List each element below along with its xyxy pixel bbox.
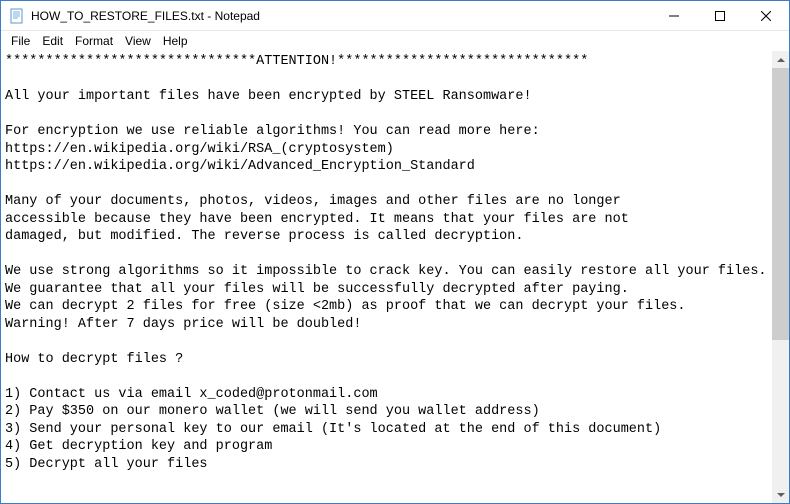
text-line: 5) Decrypt all your files — [5, 457, 208, 472]
notepad-window: HOW_TO_RESTORE_FILES.txt - Notepad File … — [0, 0, 790, 504]
text-line: Warning! After 7 days price will be doub… — [5, 317, 361, 332]
window-title: HOW_TO_RESTORE_FILES.txt - Notepad — [31, 9, 651, 23]
text-line: *******************************ATTENTION… — [5, 54, 588, 69]
menu-help[interactable]: Help — [157, 33, 194, 49]
text-line: We can decrypt 2 files for free (size <2… — [5, 299, 686, 314]
window-controls — [651, 1, 789, 30]
text-line: 1) Contact us via email x_coded@protonma… — [5, 387, 378, 402]
scroll-track[interactable] — [772, 68, 789, 486]
text-editor[interactable]: *******************************ATTENTION… — [1, 51, 772, 503]
menu-edit[interactable]: Edit — [36, 33, 69, 49]
text-line: 4) Get decryption key and program — [5, 439, 272, 454]
menu-bar: File Edit Format View Help — [1, 31, 789, 51]
minimize-button[interactable] — [651, 1, 697, 30]
title-bar: HOW_TO_RESTORE_FILES.txt - Notepad — [1, 1, 789, 31]
text-line: How to decrypt files ? — [5, 352, 183, 367]
text-line: accessible because they have been encryp… — [5, 212, 629, 227]
text-line: 3) Send your personal key to our email (… — [5, 422, 661, 437]
text-line: We use strong algorithms so it impossibl… — [5, 264, 767, 279]
text-line: https://en.wikipedia.org/wiki/RSA_(crypt… — [5, 142, 394, 157]
text-line: Many of your documents, photos, videos, … — [5, 194, 621, 209]
text-line: We guarantee that all your files will be… — [5, 282, 629, 297]
text-line: All your important files have been encry… — [5, 89, 532, 104]
notepad-icon — [9, 8, 25, 24]
maximize-button[interactable] — [697, 1, 743, 30]
scroll-thumb[interactable] — [772, 68, 789, 340]
scroll-up-arrow[interactable] — [772, 51, 789, 68]
vertical-scrollbar[interactable] — [772, 51, 789, 503]
menu-file[interactable]: File — [5, 33, 36, 49]
menu-format[interactable]: Format — [69, 33, 119, 49]
menu-view[interactable]: View — [119, 33, 157, 49]
text-line: https://en.wikipedia.org/wiki/Advanced_E… — [5, 159, 475, 174]
scroll-down-arrow[interactable] — [772, 486, 789, 503]
content-area: *******************************ATTENTION… — [1, 51, 789, 503]
text-line: 2) Pay $350 on our monero wallet (we wil… — [5, 404, 540, 419]
text-line: damaged, but modified. The reverse proce… — [5, 229, 523, 244]
text-line: For encryption we use reliable algorithm… — [5, 124, 540, 139]
close-button[interactable] — [743, 1, 789, 30]
